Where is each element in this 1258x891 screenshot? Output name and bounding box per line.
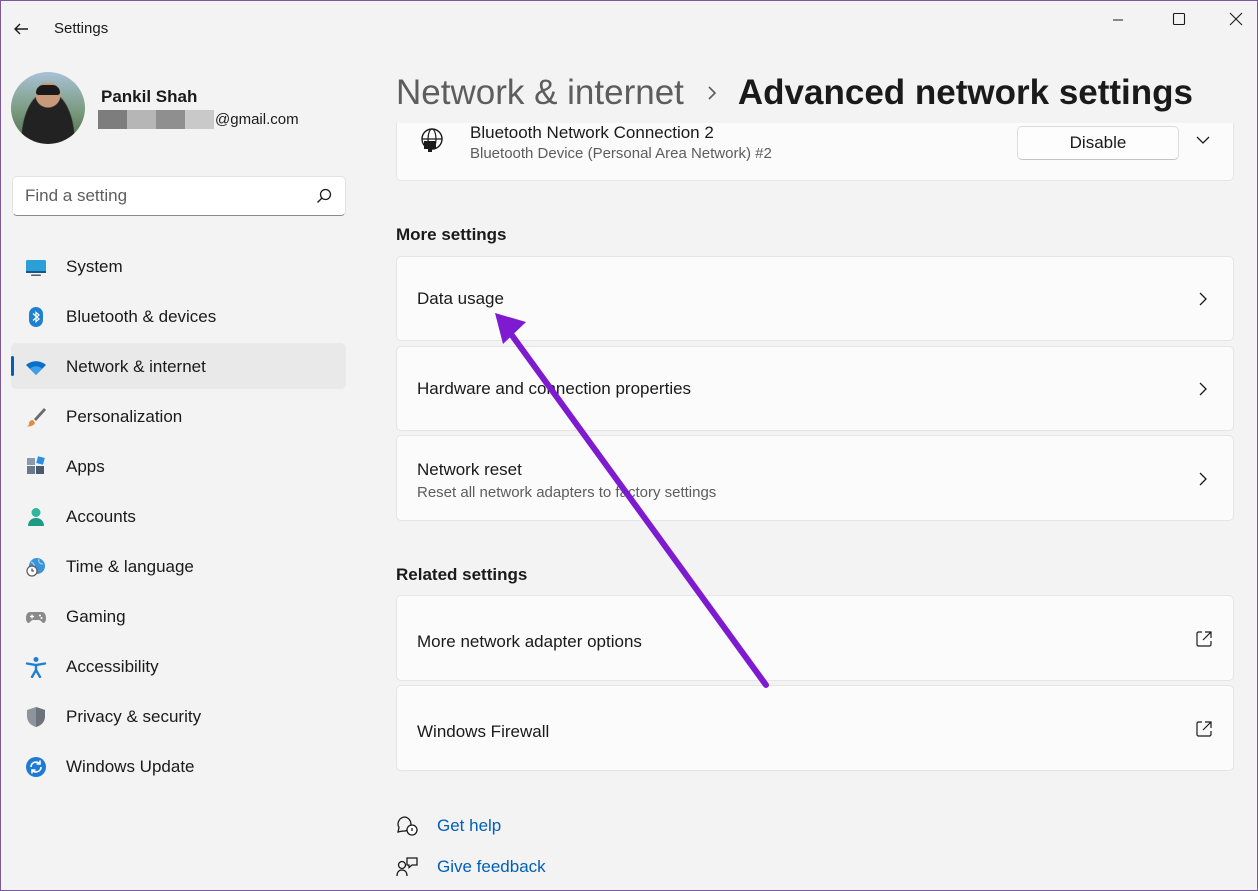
adapter-name: Bluetooth Network Connection 2: [470, 123, 714, 142]
sidebar-item-windows-update[interactable]: Windows Update: [11, 743, 346, 789]
minimize-button[interactable]: [1095, 5, 1141, 33]
apps-icon: [27, 456, 45, 474]
redaction-block: [156, 109, 185, 129]
chevron-right-icon: [706, 85, 718, 101]
sidebar-item-system[interactable]: System: [11, 243, 346, 289]
network-adapter-icon: [421, 128, 443, 152]
disable-adapter-button[interactable]: Disable: [1017, 126, 1179, 160]
sidebar-item-label: Accessibility: [66, 657, 159, 676]
redaction-block: [98, 109, 127, 129]
section-title-more-settings: More settings: [396, 225, 507, 244]
network-reset-item[interactable]: Network reset Reset all network adapters…: [396, 435, 1234, 521]
search-icon[interactable]: [315, 187, 333, 205]
sidebar-item-gaming[interactable]: Gaming: [11, 593, 346, 639]
sidebar-item-label: Time & language: [66, 557, 194, 576]
sidebar-item-apps[interactable]: Apps: [11, 443, 346, 489]
back-arrow-icon: [14, 23, 28, 35]
email-redaction: [98, 109, 214, 129]
sidebar-item-accessibility[interactable]: Accessibility: [11, 643, 346, 689]
brush-icon: [26, 408, 46, 427]
breadcrumb-parent-link[interactable]: Network & internet: [396, 73, 684, 113]
list-item-label: Hardware and connection properties: [417, 379, 692, 398]
shield-icon: [27, 707, 45, 727]
search-input[interactable]: [25, 185, 305, 207]
sidebar-item-label: Bluetooth & devices: [66, 307, 217, 326]
give-feedback-link[interactable]: Give feedback: [396, 855, 546, 879]
list-item-label: Windows Firewall: [417, 722, 550, 741]
page-title: Advanced network settings: [737, 73, 1194, 112]
user-name: Pankil Shah: [101, 87, 198, 106]
sidebar-item-accounts[interactable]: Accounts: [11, 493, 346, 539]
sidebar-item-label: Personalization: [66, 407, 183, 426]
chevron-right-icon: [1199, 472, 1207, 486]
user-email: @gmail.com: [98, 109, 299, 129]
sidebar-item-personalization[interactable]: Personalization: [11, 393, 346, 439]
maximize-button[interactable]: [1156, 5, 1202, 33]
sidebar-item-label: System: [66, 257, 123, 276]
close-button[interactable]: [1213, 5, 1257, 33]
help-icon: [397, 816, 418, 836]
gamepad-icon: [26, 612, 46, 623]
sidebar-item-label: Network & internet: [66, 357, 206, 376]
chevron-right-icon: [1199, 292, 1207, 306]
settings-window: Settings Pankil Shah @gmail.com Find a s…: [0, 0, 1258, 891]
wifi-icon: [26, 361, 46, 375]
update-icon: [26, 757, 46, 777]
back-button[interactable]: [9, 15, 33, 43]
app-title: Settings: [54, 20, 109, 37]
sidebar-item-label: Apps: [66, 457, 105, 476]
more-adapter-options-item[interactable]: More network adapter options: [396, 595, 1234, 681]
system-icon: [26, 260, 46, 276]
title-bar: Settings: [1, 1, 1257, 57]
open-external-icon: [1196, 721, 1212, 737]
adapter-card[interactable]: Bluetooth Network Connection 2 Bluetooth…: [396, 123, 1234, 181]
redaction-block: [185, 109, 214, 129]
list-item-label: Data usage: [417, 289, 504, 308]
sidebar-nav: System Bluetooth & devices Network & int…: [11, 243, 346, 793]
search-box[interactable]: [12, 176, 346, 216]
sidebar-item-privacy-security[interactable]: Privacy & security: [11, 693, 346, 739]
feedback-icon: [396, 857, 418, 877]
data-usage-item[interactable]: Data usage: [396, 256, 1234, 341]
close-icon: [1229, 12, 1243, 26]
sidebar-item-label: Gaming: [66, 607, 126, 626]
list-item-label: Network reset: [417, 460, 522, 479]
sidebar-item-bluetooth[interactable]: Bluetooth & devices: [11, 293, 346, 339]
chevron-right-icon: [1199, 382, 1207, 396]
redaction-block: [127, 109, 156, 129]
give-feedback-label: Give feedback: [437, 857, 546, 876]
list-item-label: More network adapter options: [417, 632, 642, 651]
accessibility-icon: [25, 657, 47, 678]
settings-content: Bluetooth Network Connection 2 Bluetooth…: [396, 123, 1234, 890]
chevron-down-icon[interactable]: [1195, 132, 1211, 148]
open-external-icon: [1196, 631, 1212, 647]
sidebar-item-label: Privacy & security: [66, 707, 202, 726]
list-item-description: Reset all network adapters to factory se…: [417, 484, 717, 501]
get-help-label: Get help: [437, 816, 502, 835]
avatar[interactable]: [11, 72, 85, 144]
sidebar-item-label: Accounts: [66, 507, 136, 526]
get-help-link[interactable]: Get help: [396, 814, 501, 838]
sidebar-item-label: Windows Update: [66, 757, 195, 776]
person-icon: [28, 508, 44, 526]
hardware-properties-item[interactable]: Hardware and connection properties: [396, 346, 1234, 431]
minimize-icon: [1113, 19, 1123, 21]
section-title-related-settings: Related settings: [396, 565, 528, 584]
windows-firewall-item[interactable]: Windows Firewall: [396, 685, 1234, 771]
bluetooth-icon: [29, 307, 43, 327]
sidebar-item-time-language[interactable]: Time & language: [11, 543, 346, 589]
user-email-suffix: @gmail.com: [215, 110, 299, 128]
globe-clock-icon: [26, 558, 45, 577]
adapter-description: Bluetooth Device (Personal Area Network)…: [470, 145, 772, 162]
sidebar-item-network[interactable]: Network & internet: [11, 343, 346, 389]
breadcrumb: Network & internet Advanced network sett…: [396, 71, 1193, 115]
maximize-icon: [1172, 12, 1186, 26]
